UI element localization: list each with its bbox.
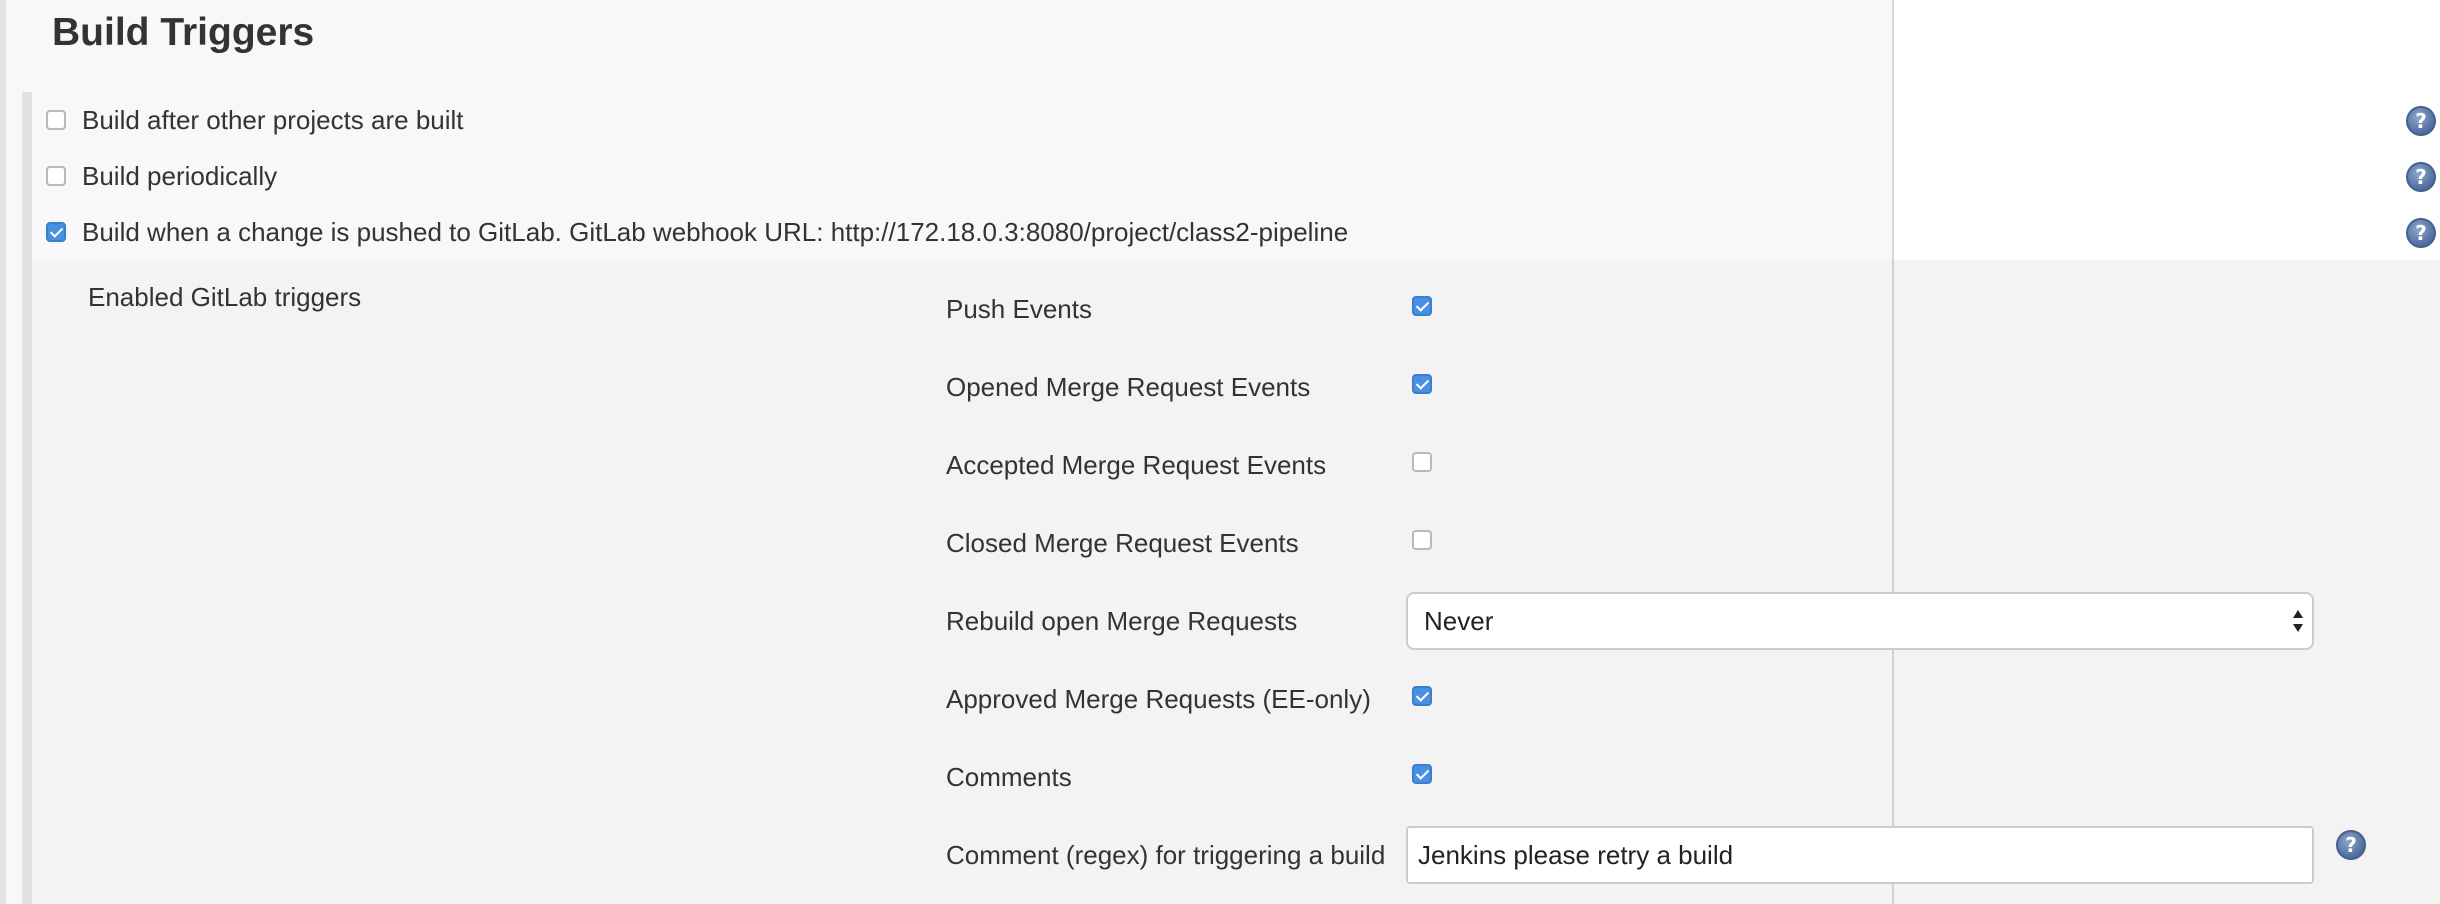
opened-mr-events-checkbox[interactable] [1412,374,1432,394]
trigger-label: Build when a change is pushed to GitLab.… [82,216,1349,247]
section-title: Build Triggers [52,11,315,54]
trigger-build-after-other-projects[interactable]: Build after other projects are built [46,100,464,140]
trigger-checkbox[interactable] [46,166,66,186]
closed-mr-events-checkbox[interactable] [1412,530,1432,550]
select-arrows-icon [2293,610,2303,632]
rebuild-open-mr-select[interactable]: Never [1406,592,2314,650]
panel-divider [1892,260,1894,904]
comment-regex-input[interactable]: Jenkins please retry a build [1406,826,2314,884]
help-icon[interactable]: ? [2406,162,2436,192]
opened-mr-events-label: Opened Merge Request Events [946,372,1311,402]
trigger-build-periodically[interactable]: Build periodically [46,156,277,196]
trigger-label: Build periodically [82,160,278,191]
comment-regex-label: Comment (regex) for triggering a build [946,840,1386,870]
enabled-gitlab-triggers-label: Enabled GitLab triggers [88,282,362,312]
push-events-label: Push Events [946,294,1092,324]
help-icon[interactable]: ? [2406,218,2436,248]
closed-mr-events-label: Closed Merge Request Events [946,528,1299,558]
gitlab-trigger-panel [32,260,2440,904]
accepted-mr-events-checkbox[interactable] [1412,452,1432,472]
trigger-checkbox[interactable] [46,110,66,130]
accepted-mr-events-label: Accepted Merge Request Events [946,450,1327,480]
approved-mr-checkbox[interactable] [1412,686,1432,706]
right-margin-area [1892,0,2440,260]
trigger-checkbox[interactable] [46,222,66,242]
help-icon[interactable]: ? [2336,830,2366,860]
rebuild-open-mr-value: Never [1424,606,1494,636]
rebuild-open-mr-label: Rebuild open Merge Requests [946,606,1298,636]
optional-block-bar [22,92,32,904]
help-icon[interactable]: ? [2406,106,2436,136]
comments-checkbox[interactable] [1412,764,1432,784]
build-triggers-page: Build Triggers Build after other project… [0,0,2440,904]
trigger-label: Build after other projects are built [82,104,464,135]
approved-mr-label: Approved Merge Requests (EE-only) [946,684,1371,714]
comments-label: Comments [946,762,1072,792]
trigger-gitlab-push[interactable]: Build when a change is pushed to GitLab.… [46,212,1348,252]
push-events-checkbox[interactable] [1412,296,1432,316]
